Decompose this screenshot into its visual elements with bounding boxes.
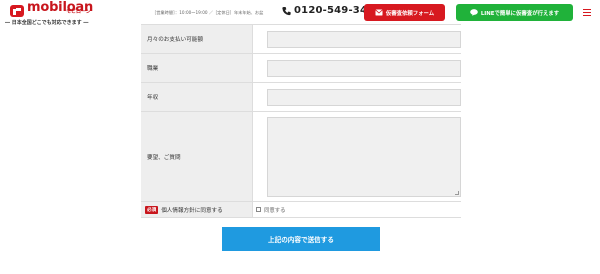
form-label: 要望、ご質問 (141, 112, 253, 201)
privacy-label: 個人情報方針に同意する (161, 207, 223, 214)
requests-textarea[interactable] (267, 116, 461, 197)
form-label: 月々のお支払い可能額 (141, 25, 253, 53)
form-row-annual-income: 年収 (141, 83, 461, 112)
form-row-requests: 要望、ご質問 (141, 112, 461, 202)
privacy-checkbox[interactable] (256, 207, 261, 212)
required-badge: 必須 (145, 205, 159, 214)
mail-icon (375, 9, 383, 16)
application-form-button[interactable]: 仮審査依頼フォーム (364, 4, 445, 21)
form-row-monthly-payment: 月々のお支払い可能額 (141, 25, 461, 54)
form-row-occupation: 職業 (141, 54, 461, 83)
hamburger-menu-icon[interactable] (583, 9, 591, 16)
submit-button[interactable]: 上記の内容で送信する (222, 227, 380, 251)
business-hours: ［営業時間］：10:00～19:00 ／［定休日］年末年始、お盆 (152, 10, 264, 15)
logo-icon (10, 5, 24, 17)
resize-handle[interactable] (455, 190, 459, 195)
line-button[interactable]: LINEで簡単に仮審査が行えます (456, 4, 573, 21)
form-row-privacy: 必須 個人情報方針に同意する 同意する (141, 202, 461, 218)
phone-icon (282, 6, 291, 15)
submit-button-label: 上記の内容で送信する (268, 236, 334, 244)
line-button-label: LINEで簡単に仮審査が行えます (480, 10, 560, 17)
application-form: 月々のお支払い可能額 職業 年収 要望、ご質問 必須 個人情報方針に同意する 同… (141, 24, 461, 218)
tagline: ― 日本全国どこでも対応できます ― (5, 20, 89, 26)
privacy-agree[interactable]: 同意する (253, 202, 461, 217)
form-label: 年収 (141, 83, 253, 111)
monthly-payment-input[interactable] (267, 30, 461, 48)
line-icon (470, 9, 478, 16)
form-label: 職業 (141, 54, 253, 82)
phone-link[interactable]: 0120-549-341 (282, 5, 374, 16)
logo-subtext: モビローン (66, 9, 91, 15)
application-form-label: 仮審査依頼フォーム (385, 10, 435, 17)
phone-number: 0120-549-341 (294, 5, 375, 16)
privacy-label-cell: 必須 個人情報方針に同意する (141, 202, 253, 217)
annual-income-input[interactable] (267, 88, 461, 106)
privacy-checkbox-label[interactable]: 同意する (264, 206, 286, 214)
occupation-input[interactable] (267, 59, 461, 77)
